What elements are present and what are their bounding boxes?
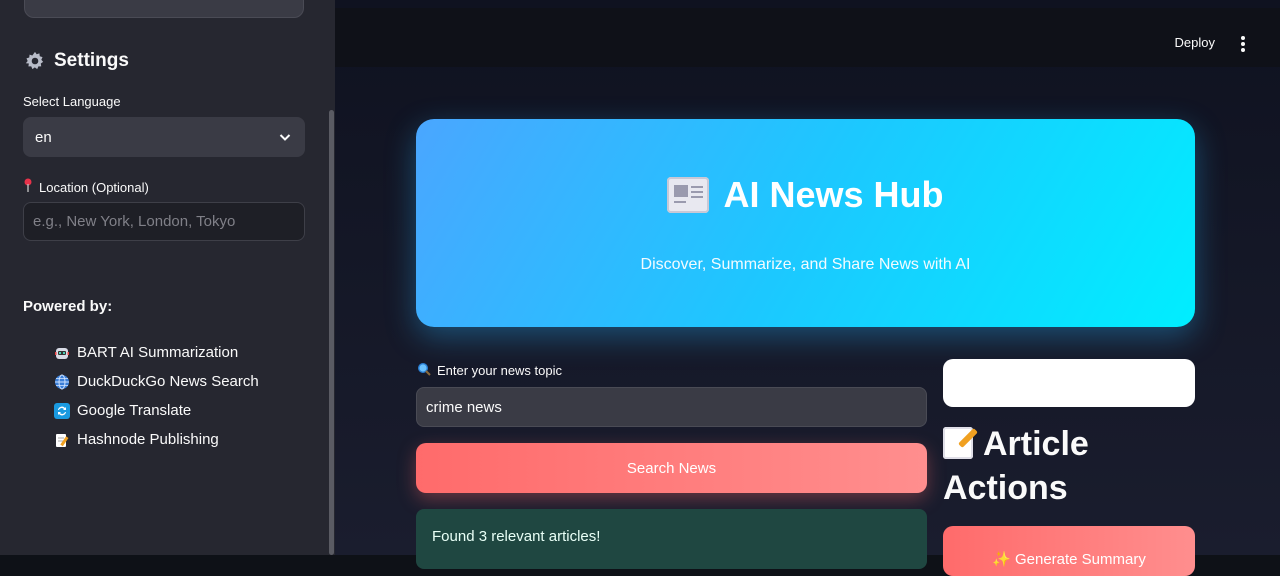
topic-label-row: Enter your news topic <box>417 362 562 379</box>
page-title: AI News Hub <box>723 174 944 215</box>
powered-by-list: BART AI Summarization DuckDuckGo News Se… <box>54 338 259 454</box>
language-value: en <box>35 128 52 146</box>
sidebar-header: Settings <box>24 50 129 72</box>
hero-subtitle: Discover, Summarize, and Share News with… <box>640 256 971 273</box>
location-input[interactable] <box>23 202 305 241</box>
translate-icon <box>54 402 70 419</box>
search-news-button[interactable]: Search News <box>416 443 927 493</box>
chevron-down-icon <box>277 129 293 145</box>
settings-title: Settings <box>54 50 129 71</box>
language-label: Select Language <box>23 94 121 109</box>
powered-by-label: Powered by: <box>23 298 113 315</box>
magnifier-icon <box>417 362 431 379</box>
location-label-row: Location (Optional) <box>23 178 149 195</box>
list-item-label: DuckDuckGo News Search <box>77 373 259 390</box>
success-text: Found 3 relevant articles! <box>432 528 601 545</box>
memo-icon <box>943 427 973 459</box>
list-item-label: BART AI Summarization <box>77 344 239 361</box>
list-item: Google Translate <box>54 396 259 425</box>
sidebar-scrollbar[interactable] <box>329 110 334 555</box>
article-actions-heading: Article Actions <box>943 422 1195 510</box>
gear-icon <box>24 50 46 72</box>
list-item-label: Hashnode Publishing <box>77 431 219 448</box>
location-label: Location (Optional) <box>39 180 149 195</box>
robot-icon <box>54 345 70 361</box>
sidebar: Settings Select Language en Location (Op… <box>0 0 335 555</box>
more-menu-icon[interactable] <box>1236 36 1250 52</box>
list-item: DuckDuckGo News Search <box>54 367 259 396</box>
topic-input[interactable] <box>416 387 927 427</box>
newspaper-icon <box>667 177 710 213</box>
main-area: Deploy AI News Hub Discover, Summarize, … <box>335 0 1280 576</box>
pin-icon <box>23 178 33 195</box>
generate-summary-button[interactable]: ✨ Generate Summary <box>943 526 1195 576</box>
list-item: Hashnode Publishing <box>54 425 259 454</box>
action-input-box[interactable] <box>943 359 1195 407</box>
language-select[interactable]: en <box>23 117 305 157</box>
app-toolbar: Deploy <box>335 8 1280 67</box>
hero-title-row: AI News Hub <box>416 174 1195 216</box>
success-alert: Found 3 relevant articles! <box>416 509 927 569</box>
topic-label: Enter your news topic <box>437 363 563 378</box>
globe-icon <box>54 374 70 390</box>
hero-banner: AI News Hub Discover, Summarize, and Sha… <box>416 119 1195 327</box>
memo-icon <box>54 432 70 448</box>
list-item-label: Google Translate <box>77 402 192 419</box>
sidebar-top-input[interactable] <box>24 0 304 18</box>
deploy-button[interactable]: Deploy <box>1175 35 1215 50</box>
list-item: BART AI Summarization <box>54 338 259 367</box>
